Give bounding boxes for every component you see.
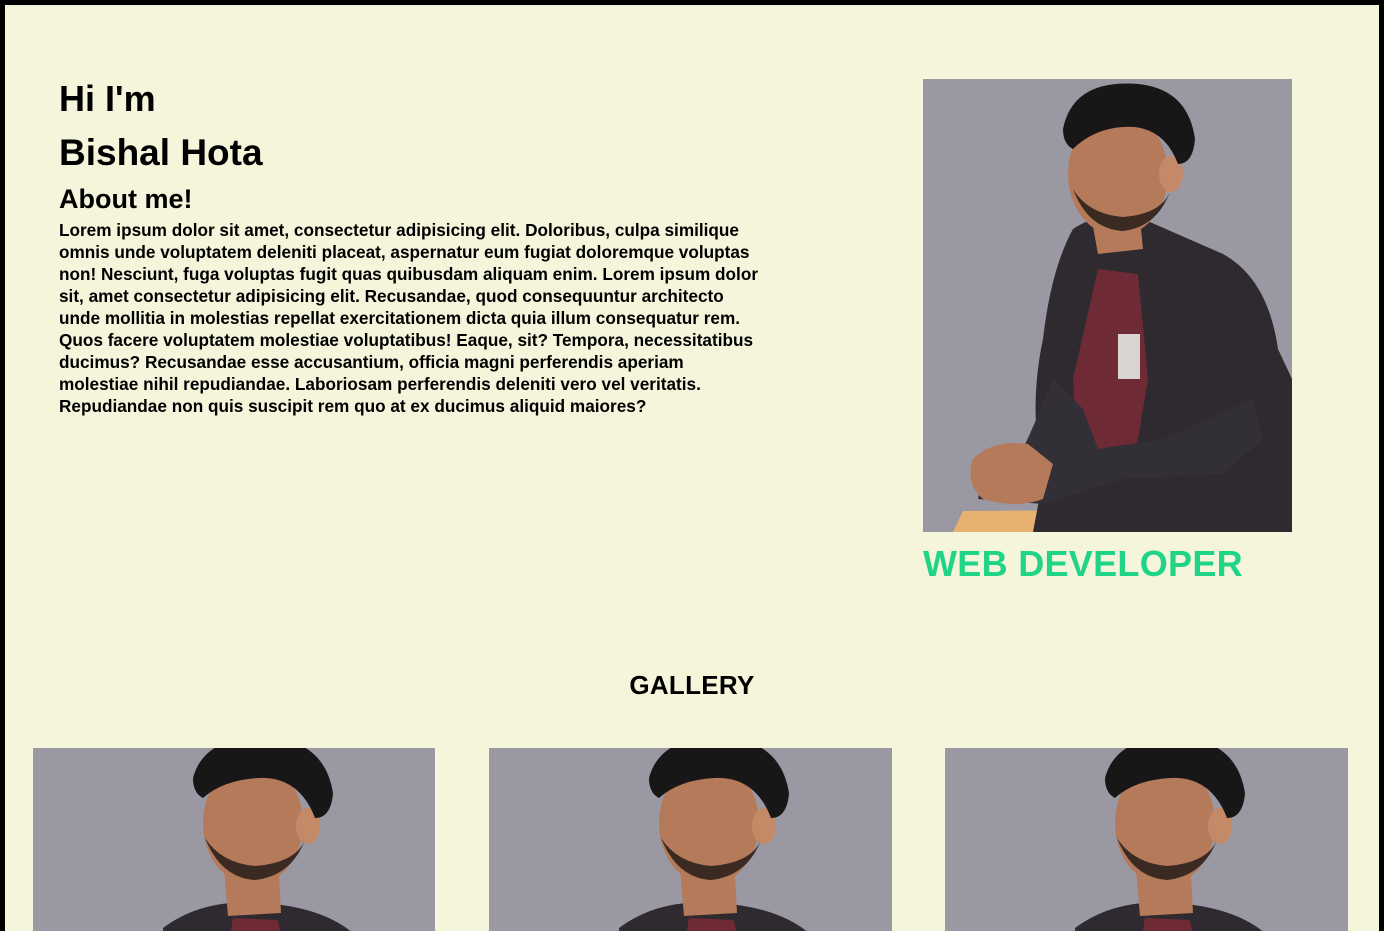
profile-photo — [923, 79, 1292, 532]
gallery-portrait-illustration — [945, 748, 1348, 931]
gallery-photo[interactable] — [945, 748, 1348, 931]
about-heading: About me! — [59, 184, 193, 214]
about-paragraph: Lorem ipsum dolor sit amet, consectetur … — [59, 220, 759, 416]
gallery-portrait-illustration — [33, 748, 435, 931]
role-title: WEB DEVELOPER — [923, 543, 1243, 584]
gallery-heading: GALLERY — [629, 670, 755, 700]
person-name: Bishal Hota — [59, 132, 263, 173]
gallery-photo[interactable] — [489, 748, 892, 931]
portrait-illustration — [923, 79, 1292, 532]
gallery-photo[interactable] — [33, 748, 435, 931]
portfolio-page: Hi I'm Bishal Hota About me! Lorem ipsum… — [5, 5, 1379, 931]
greeting: Hi I'm — [59, 78, 156, 119]
gallery-portrait-illustration — [489, 748, 892, 931]
